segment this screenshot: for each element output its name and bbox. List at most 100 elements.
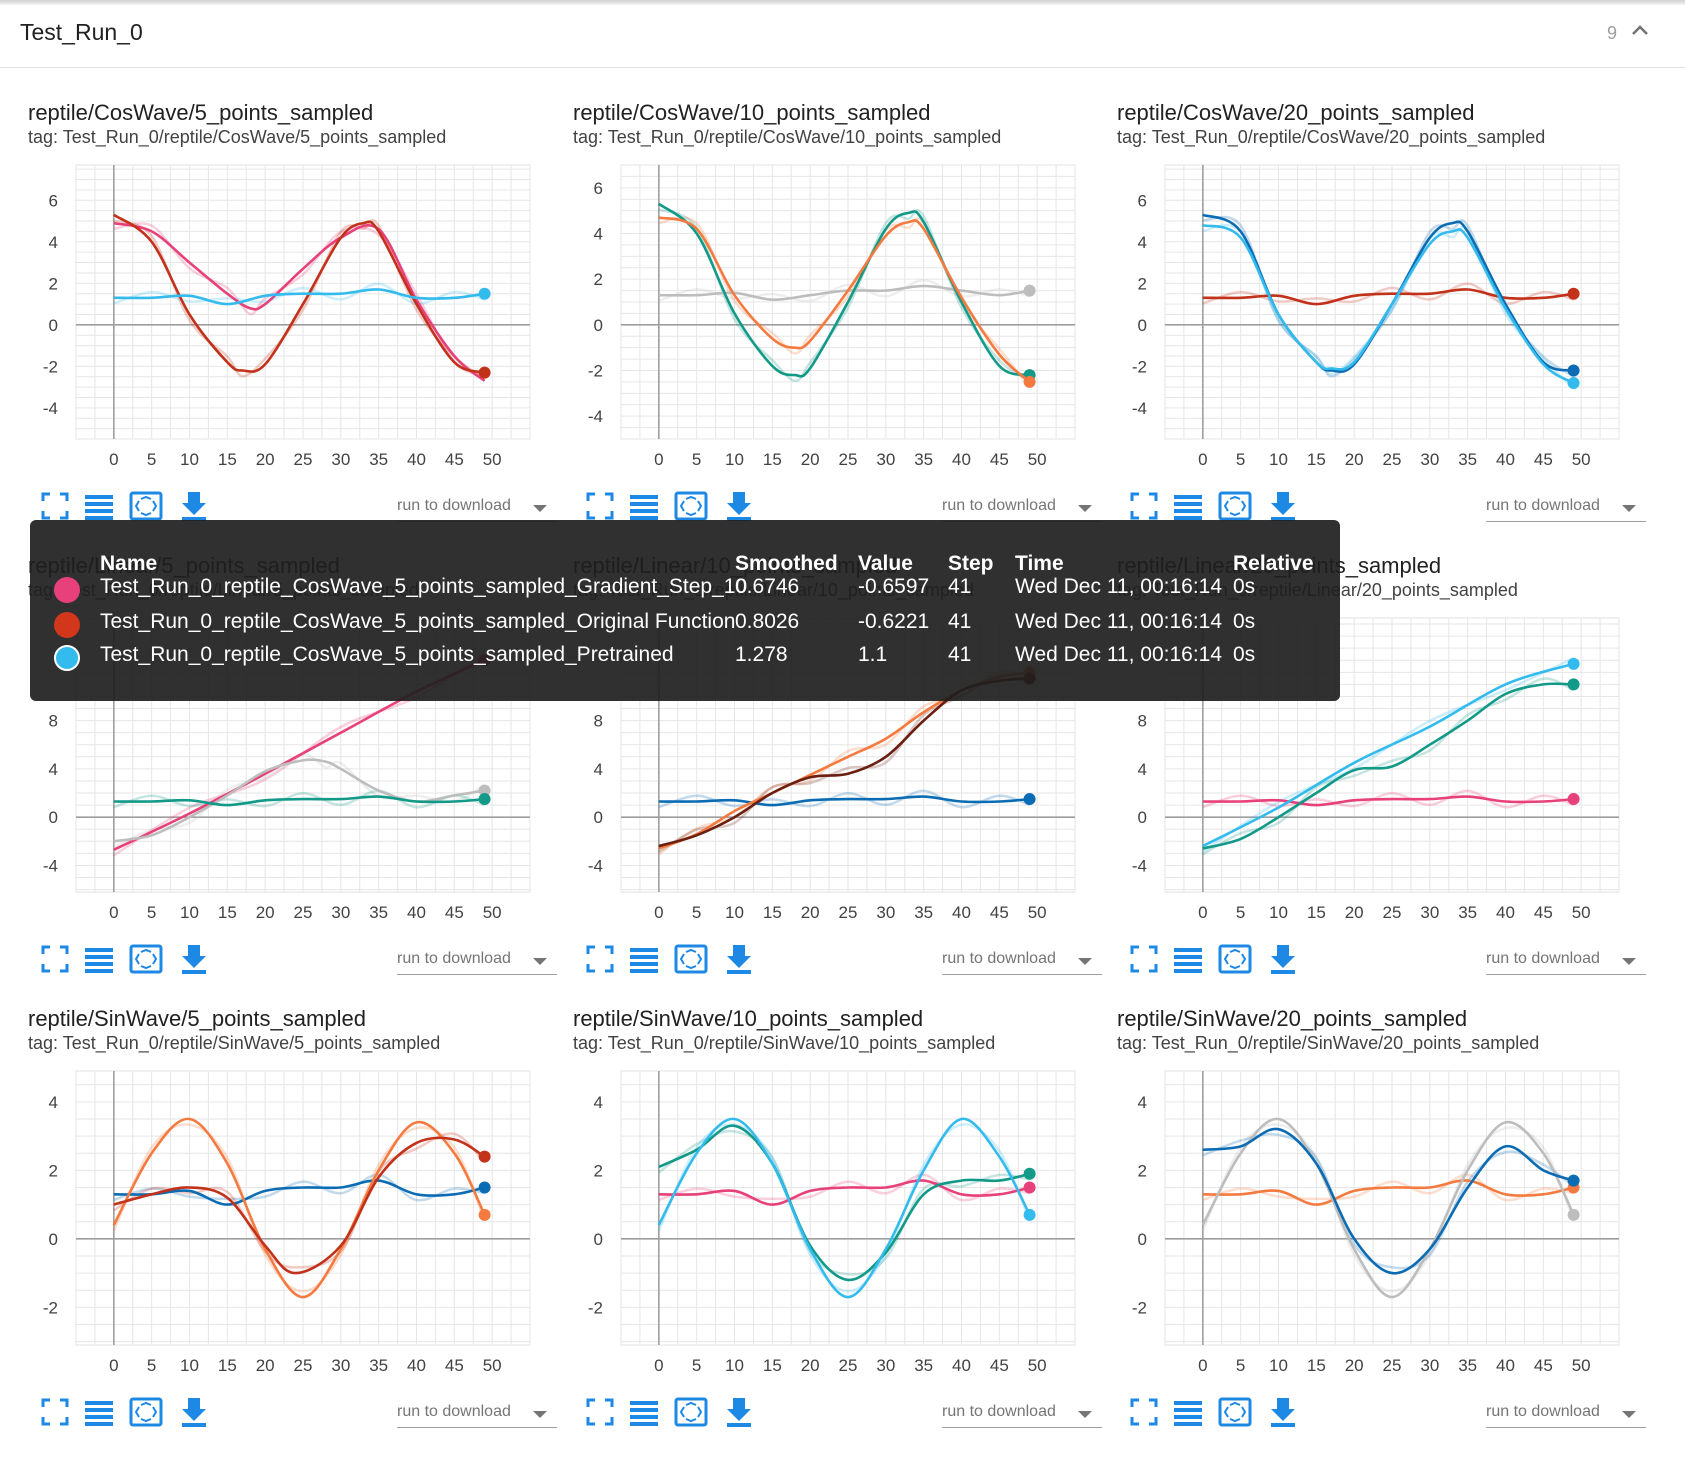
fullscreen-icon[interactable] [1127, 942, 1161, 976]
series-end-marker[interactable] [478, 1181, 491, 1194]
run-to-download-select[interactable]: run to download [942, 948, 1102, 975]
chart-toolbar: run to download [1117, 942, 1647, 982]
x-tick-label: 40 [1496, 903, 1515, 922]
series-end-marker[interactable] [1023, 1181, 1036, 1194]
download-icon[interactable] [722, 489, 756, 523]
x-tick-label: 30 [876, 1356, 895, 1375]
series-line[interactable] [1202, 1179, 1574, 1206]
toggle-log-scale-icon[interactable] [627, 942, 661, 976]
run-to-download-select[interactable]: run to download [1486, 1401, 1646, 1428]
fullscreen-icon[interactable] [38, 489, 72, 523]
fit-domain-icon[interactable] [674, 942, 708, 976]
series-end-marker[interactable] [478, 793, 491, 806]
toggle-log-scale-icon[interactable] [82, 489, 116, 523]
fit-domain-icon[interactable] [1218, 942, 1252, 976]
series-end-marker[interactable] [1023, 1208, 1036, 1221]
fullscreen-icon[interactable] [1127, 489, 1161, 523]
download-icon[interactable] [177, 1395, 211, 1429]
fit-domain-icon[interactable] [1218, 489, 1252, 523]
series-line[interactable] [657, 1117, 1031, 1299]
series-end-marker[interactable] [1023, 284, 1036, 297]
toggle-log-scale-icon[interactable] [82, 942, 116, 976]
y-tick-label: 6 [594, 179, 603, 198]
series-end-marker[interactable] [1567, 678, 1580, 691]
line-chart[interactable]: 0 5 10 15 20 25 30 35 40 45 50 -2 0 2 4 [28, 1061, 558, 1380]
series-end-marker[interactable] [1567, 793, 1580, 806]
series-line[interactable] [112, 1117, 486, 1299]
series-end-marker[interactable] [1567, 1174, 1580, 1187]
series-end-marker[interactable] [1567, 1208, 1580, 1221]
series-end-marker[interactable] [1567, 657, 1580, 670]
fullscreen-icon[interactable] [38, 1395, 72, 1429]
download-icon[interactable] [177, 489, 211, 523]
series-line[interactable] [113, 1136, 486, 1275]
x-tick-label: 40 [952, 1356, 971, 1375]
chevron-up-icon[interactable] [1629, 19, 1651, 41]
run-to-download-select[interactable]: run to download [1486, 948, 1646, 975]
run-to-download-select[interactable]: run to download [397, 948, 557, 975]
line-chart[interactable]: 0 5 10 15 20 25 30 35 40 45 50 -2 0 2 4 [573, 1061, 1103, 1380]
series-line[interactable] [658, 1179, 1030, 1206]
line-chart[interactable]: 0 5 10 15 20 25 30 35 40 45 50 -4 -2 0 2 4 6 [1117, 155, 1647, 474]
tooltip-cell-relative: 0s [1233, 643, 1256, 666]
chart-card: reptile/CosWave/20_points_sampled tag: Te… [1117, 100, 1647, 545]
toggle-log-scale-icon[interactable] [82, 1395, 116, 1429]
download-icon[interactable] [1266, 942, 1300, 976]
run-to-download-select[interactable]: run to download [1486, 495, 1646, 522]
series-line[interactable] [658, 677, 1030, 848]
fit-domain-icon[interactable] [674, 489, 708, 523]
x-tick-label: 10 [180, 903, 199, 922]
series-end-marker[interactable] [1567, 376, 1580, 389]
download-icon[interactable] [722, 942, 756, 976]
series-end-marker[interactable] [478, 287, 491, 300]
x-tick-label: 35 [1458, 1356, 1477, 1375]
fit-domain-icon[interactable] [129, 942, 163, 976]
fit-domain-icon[interactable] [129, 489, 163, 523]
toggle-log-scale-icon[interactable] [1171, 1395, 1205, 1429]
series-end-marker[interactable] [478, 366, 491, 379]
series-line[interactable] [1201, 1117, 1575, 1299]
tooltip-cell-name: Test_Run_0_reptile_CosWave_5_points_samp… [100, 575, 748, 598]
x-tick-label: 50 [1028, 450, 1047, 469]
line-chart[interactable]: 0 5 10 15 20 25 30 35 40 45 50 -4 -2 0 2 4 6 [573, 155, 1103, 474]
fit-domain-icon[interactable] [1218, 1395, 1252, 1429]
run-to-download-select[interactable]: run to download [397, 495, 557, 522]
chart-card: reptile/SinWave/20_points_sampled tag: Te… [1117, 1006, 1647, 1451]
run-group-header[interactable]: Test_Run_0 9 [0, 5, 1685, 68]
toggle-log-scale-icon[interactable] [627, 489, 661, 523]
fullscreen-icon[interactable] [583, 489, 617, 523]
toggle-log-scale-icon[interactable] [1171, 489, 1205, 523]
toggle-log-scale-icon[interactable] [1171, 942, 1205, 976]
series-end-marker[interactable] [1023, 793, 1036, 806]
download-icon[interactable] [722, 1395, 756, 1429]
series-line[interactable] [1202, 1127, 1575, 1275]
series-line[interactable] [658, 1124, 1030, 1282]
run-to-download-select[interactable]: run to download [942, 1401, 1102, 1428]
line-chart[interactable]: 0 5 10 15 20 25 30 35 40 45 50 -4 -2 0 2 4 6 [28, 155, 558, 474]
run-to-download-select[interactable]: run to download [397, 1401, 557, 1428]
x-tick-label: 5 [147, 903, 156, 922]
series-end-marker[interactable] [478, 1150, 491, 1163]
series-end-marker[interactable] [1567, 287, 1580, 300]
y-tick-label: -2 [43, 357, 58, 376]
fullscreen-icon[interactable] [38, 942, 72, 976]
fit-domain-icon[interactable] [674, 1395, 708, 1429]
series-end-marker[interactable] [478, 1208, 491, 1221]
run-to-download-select[interactable]: run to download [942, 495, 1102, 522]
y-tick-label: 4 [49, 760, 58, 779]
download-icon[interactable] [1266, 1395, 1300, 1429]
y-tick-label: 0 [594, 808, 603, 827]
download-icon[interactable] [1266, 489, 1300, 523]
series-end-marker[interactable] [1567, 364, 1580, 377]
fit-domain-icon[interactable] [129, 1395, 163, 1429]
toggle-log-scale-icon[interactable] [627, 1395, 661, 1429]
series-end-marker[interactable] [1023, 375, 1036, 388]
series-line[interactable] [113, 1179, 485, 1206]
fullscreen-icon[interactable] [583, 1395, 617, 1429]
fullscreen-icon[interactable] [583, 942, 617, 976]
line-chart[interactable]: 0 5 10 15 20 25 30 35 40 45 50 -2 0 2 4 [1117, 1061, 1647, 1380]
chart-tag: tag: Test_Run_0/reptile/CosWave/5_points… [28, 127, 447, 147]
fullscreen-icon[interactable] [1127, 1395, 1161, 1429]
series-end-marker[interactable] [1023, 1167, 1036, 1180]
download-icon[interactable] [177, 942, 211, 976]
